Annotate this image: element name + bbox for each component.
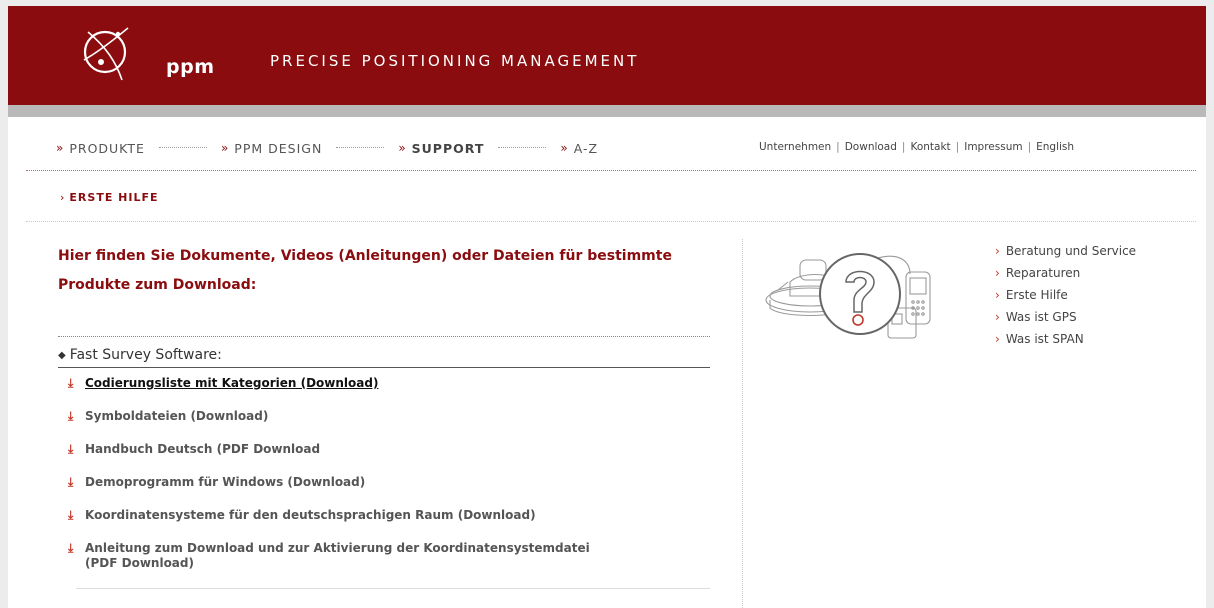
download-link[interactable]: ⤓ Codierungsliste mit Kategorien (Downlo… bbox=[68, 376, 708, 409]
download-icon: ⤓ bbox=[68, 376, 74, 390]
nav-divider bbox=[26, 170, 1196, 171]
chevron-right-icon: › bbox=[60, 191, 66, 204]
download-link[interactable]: ⤓ Koordinatensysteme für den deutschspra… bbox=[68, 508, 708, 541]
nav-item-support[interactable]: » SUPPORT bbox=[398, 141, 484, 156]
download-list: ⤓ Codierungsliste mit Kategorien (Downlo… bbox=[68, 376, 708, 581]
chevron-right-icon: › bbox=[995, 332, 1000, 346]
download-icon: ⤓ bbox=[68, 442, 74, 456]
brand-tagline: PRECISE POSITIONING MANAGEMENT bbox=[270, 52, 640, 70]
nav-item-label: A-Z bbox=[573, 140, 599, 156]
download-link[interactable]: ⤓ Demoprogramm für Windows (Download) bbox=[68, 475, 708, 508]
download-link[interactable]: ⤓ Symboldateien (Download) bbox=[68, 409, 708, 442]
download-link[interactable]: ⤓ Anleitung zum Download und zur Aktivie… bbox=[68, 541, 708, 581]
nav-item-label: SUPPORT bbox=[411, 140, 485, 156]
intro-heading: Hier finden Sie Dokumente, Videos (Anlei… bbox=[58, 248, 672, 293]
nav-separator bbox=[158, 147, 207, 149]
double-chevron-icon: » bbox=[560, 141, 568, 155]
chevron-right-icon: › bbox=[995, 266, 1000, 280]
side-link-gps[interactable]: › Was ist GPS bbox=[995, 309, 1136, 331]
side-link-beratung[interactable]: › Beratung und Service bbox=[995, 243, 1136, 265]
subnav-divider bbox=[26, 221, 1196, 222]
top-links: Unternehmen | Download | Kontakt | Impressum | E… bbox=[759, 141, 1075, 153]
download-link-text[interactable]: Symboldateien (Download) bbox=[85, 409, 268, 424]
nav-item-label: PRODUKTE bbox=[69, 140, 145, 156]
nav-separator bbox=[336, 147, 385, 149]
section-underline bbox=[58, 367, 710, 368]
nav-separator bbox=[498, 147, 547, 149]
top-link-kontakt[interactable]: Kontakt bbox=[910, 141, 950, 153]
top-link-unternehmen[interactable]: Unternehmen bbox=[759, 141, 831, 153]
double-chevron-icon: » bbox=[56, 141, 64, 155]
support-devices-question-icon bbox=[765, 253, 931, 339]
list-bottom-divider bbox=[76, 588, 710, 589]
side-link-erste-hilfe[interactable]: › Erste Hilfe bbox=[995, 287, 1136, 309]
double-chevron-icon: » bbox=[220, 141, 229, 155]
download-icon: ⤓ bbox=[68, 475, 74, 489]
chevron-right-icon: › bbox=[995, 244, 1000, 258]
nav-item-a-z[interactable]: » A-Z bbox=[560, 141, 598, 156]
subnav-label: ERSTE HILFE bbox=[69, 191, 159, 204]
globe-logo-icon[interactable] bbox=[76, 22, 134, 84]
side-link-span[interactable]: › Was ist SPAN bbox=[995, 331, 1136, 353]
download-link-text[interactable]: Codierungsliste mit Kategorien (Download… bbox=[85, 376, 378, 391]
download-link[interactable]: ⤓ Handbuch Deutsch (PDF Download bbox=[68, 442, 708, 475]
section-title-text: Fast Survey Software: bbox=[69, 347, 222, 363]
chevron-right-icon: › bbox=[995, 288, 1000, 302]
top-link-impressum[interactable]: Impressum bbox=[964, 141, 1022, 153]
section-title: ◆ Fast Survey Software: bbox=[58, 347, 222, 363]
side-link-reparaturen[interactable]: › Reparaturen bbox=[995, 265, 1136, 287]
diamond-bullet-icon: ◆ bbox=[58, 350, 66, 361]
nav-item-label: PPM DESIGN bbox=[234, 140, 323, 156]
nav-item-ppm-design[interactable]: » PPM DESIGN bbox=[221, 141, 322, 156]
download-icon: ⤓ bbox=[68, 508, 74, 522]
download-link-text[interactable]: Demoprogramm für Windows (Download) bbox=[85, 475, 365, 490]
subnav-erste-hilfe[interactable]: › ERSTE HILFE bbox=[60, 191, 159, 204]
section-divider bbox=[58, 336, 710, 337]
page: ppm PRECISE POSITIONING MANAGEMENT » PRO… bbox=[8, 6, 1206, 608]
header-band bbox=[8, 105, 1206, 117]
download-link-text[interactable]: Anleitung zum Download und zur Aktivieru… bbox=[85, 541, 590, 571]
download-icon: ⤓ bbox=[68, 541, 74, 555]
main-nav: » PRODUKTE » PPM DESIGN » SUPPORT » A-Z bbox=[56, 139, 598, 157]
nav-item-produkte[interactable]: » PRODUKTE bbox=[56, 141, 145, 156]
brand-name[interactable]: ppm bbox=[166, 56, 215, 78]
chevron-right-icon: › bbox=[995, 310, 1000, 324]
side-links: › Beratung und Service › Reparaturen › Erst… bbox=[995, 243, 1136, 353]
download-link-text[interactable]: Handbuch Deutsch (PDF Download bbox=[85, 442, 320, 457]
column-divider bbox=[742, 239, 743, 608]
site-header: ppm PRECISE POSITIONING MANAGEMENT bbox=[8, 6, 1206, 105]
double-chevron-icon: » bbox=[398, 141, 406, 155]
download-link-text[interactable]: Koordinatensysteme für den deutschsprach… bbox=[85, 508, 536, 523]
top-link-english[interactable]: English bbox=[1036, 141, 1074, 153]
top-link-download[interactable]: Download bbox=[845, 141, 897, 153]
download-icon: ⤓ bbox=[68, 409, 74, 423]
